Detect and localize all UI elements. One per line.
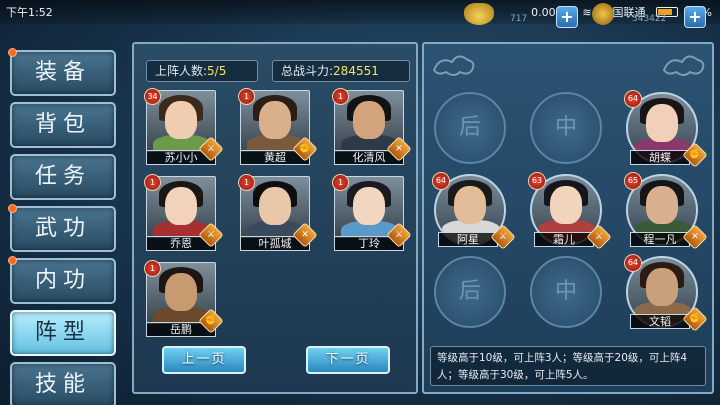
total-power-value: 284551 [333,64,379,78]
menu-quests[interactable]: 任务 [10,154,116,200]
formation-slot-middle[interactable]: 中 [530,92,602,164]
menu-equipment[interactable]: 装备 [8,48,116,96]
member-level-badge: 64 [432,172,450,190]
portrait-face [454,186,486,224]
weapon-type-glyph: ⚔ [594,232,604,242]
portrait-face [165,187,197,225]
hero-card[interactable]: 岳鹏 1 ✊ [144,260,224,337]
portrait-face [259,187,291,225]
formation-panel: 后 中 后 中 胡蝶 64 ✊ 阿星 64 ⚔ 霜儿 63 ⚔ 程一凡 65 ✕… [422,42,714,394]
add-coin-button[interactable]: + [684,6,706,28]
weapon-type-glyph: ✊ [689,314,701,324]
weapon-type-glyph: ⚔ [394,230,404,240]
menu-backpack[interactable]: 背包 [10,102,116,148]
member-level-badge: 65 [624,172,642,190]
weapon-type-glyph: ✕ [301,230,309,240]
portrait-face [646,186,678,224]
cloud-ornament-icon [662,55,705,76]
portrait-face [165,273,197,311]
menu-inner-power[interactable]: 内功 [8,256,116,304]
menu-skills[interactable]: 技能 [10,362,116,405]
hero-level-badge: 1 [332,174,349,191]
formation-member[interactable]: 文韬 64 ✊ [624,254,708,332]
gold-ingot-icon [464,3,494,25]
copper-coin-icon [592,3,614,25]
hero-level-badge: 1 [144,260,161,277]
hero-level-badge: 34 [144,88,161,105]
clock: 下午1:52 [6,6,53,19]
weapon-type-glyph: ⚔ [206,230,216,240]
weapon-type-glyph: ⚔ [498,232,508,242]
gold-amount: 717 [510,14,528,24]
weapon-type-glyph: ✊ [205,316,217,326]
weapon-type-glyph: ✊ [299,144,311,154]
portrait-face [353,101,385,139]
prev-page-button[interactable]: 上一页 [162,346,246,374]
notification-dot [8,256,17,265]
hero-level-badge: 1 [238,88,255,105]
menu-label: 装备 [34,60,91,85]
team-count-label: 上阵人数: [155,64,208,78]
hero-level-badge: 1 [238,174,255,191]
member-name: 胡蝶 [630,150,690,165]
formation-hint: 等级高于10级，可上阵3人；等级高于20级，可上阵4人；等级高于30级，可上阵5… [430,346,706,386]
portrait-face [646,268,678,306]
portrait-face [165,101,197,139]
hero-card[interactable]: 化清风 1 ✕ [332,88,412,165]
menu-label: 武功 [34,216,91,241]
formation-member[interactable]: 霜儿 63 ⚔ [528,172,612,250]
menu-label: 任务 [34,164,91,189]
notification-dot [8,48,17,57]
formation-member[interactable]: 胡蝶 64 ✊ [624,90,708,168]
member-name: 程一凡 [630,232,690,247]
team-count-box: 上阵人数:5/5 [146,60,258,82]
member-name: 霜儿 [534,232,594,247]
weapon-type-glyph: ✕ [691,232,699,242]
member-name: 文韬 [630,314,690,329]
menu-formation[interactable]: 阵型 [10,310,116,356]
formation-slot-back[interactable]: 后 [434,92,506,164]
menu-label: 阵型 [34,320,91,345]
hero-card[interactable]: 丁玲 1 ⚔ [332,174,412,251]
side-menu: 装备 背包 任务 武功 内功 阵型 技能 [6,42,118,405]
menu-label: 内功 [34,268,91,293]
hero-level-badge: 1 [332,88,349,105]
portrait-face [353,187,385,225]
weapon-type-glyph: ✕ [395,144,403,154]
formation-slot-back[interactable]: 后 [434,256,506,328]
team-count-value: 5/5 [207,64,227,78]
formation-member[interactable]: 阿星 64 ⚔ [432,172,516,250]
hero-level-badge: 1 [144,174,161,191]
menu-martial-arts[interactable]: 武功 [8,204,116,252]
formation-member[interactable]: 程一凡 65 ✕ [624,172,708,250]
portrait-face [550,186,582,224]
total-power-box: 总战斗力:284551 [272,60,410,82]
hero-card[interactable]: 苏小小 34 ⚔ [144,88,224,165]
formation-slot-middle[interactable]: 中 [530,256,602,328]
member-level-badge: 63 [528,172,546,190]
add-gold-button[interactable]: + [556,6,578,28]
roster-panel: 上阵人数:5/5 总战斗力:284551 苏小小 34 ⚔ 黄超 1 ✊ 化清风… [132,42,418,394]
weapon-type-glyph: ✊ [689,150,701,160]
hero-card[interactable]: 乔恩 1 ⚔ [144,174,224,251]
member-level-badge: 64 [624,90,642,108]
portrait-face [646,104,678,142]
next-page-button[interactable]: 下一页 [306,346,390,374]
member-name: 阿星 [438,232,498,247]
total-power-label: 总战斗力: [281,64,334,78]
cloud-ornament-icon [432,55,475,76]
hero-card[interactable]: 黄超 1 ✊ [238,88,318,165]
portrait-face [259,101,291,139]
menu-label: 技能 [34,372,91,397]
menu-label: 背包 [34,112,91,137]
wifi-icon: ≋ [582,5,592,19]
member-level-badge: 64 [624,254,642,272]
hero-card[interactable]: 叶孤城 1 ✕ [238,174,318,251]
notification-dot [8,204,17,213]
weapon-type-glyph: ⚔ [206,144,216,154]
coin-amount: 343422 [632,14,667,24]
